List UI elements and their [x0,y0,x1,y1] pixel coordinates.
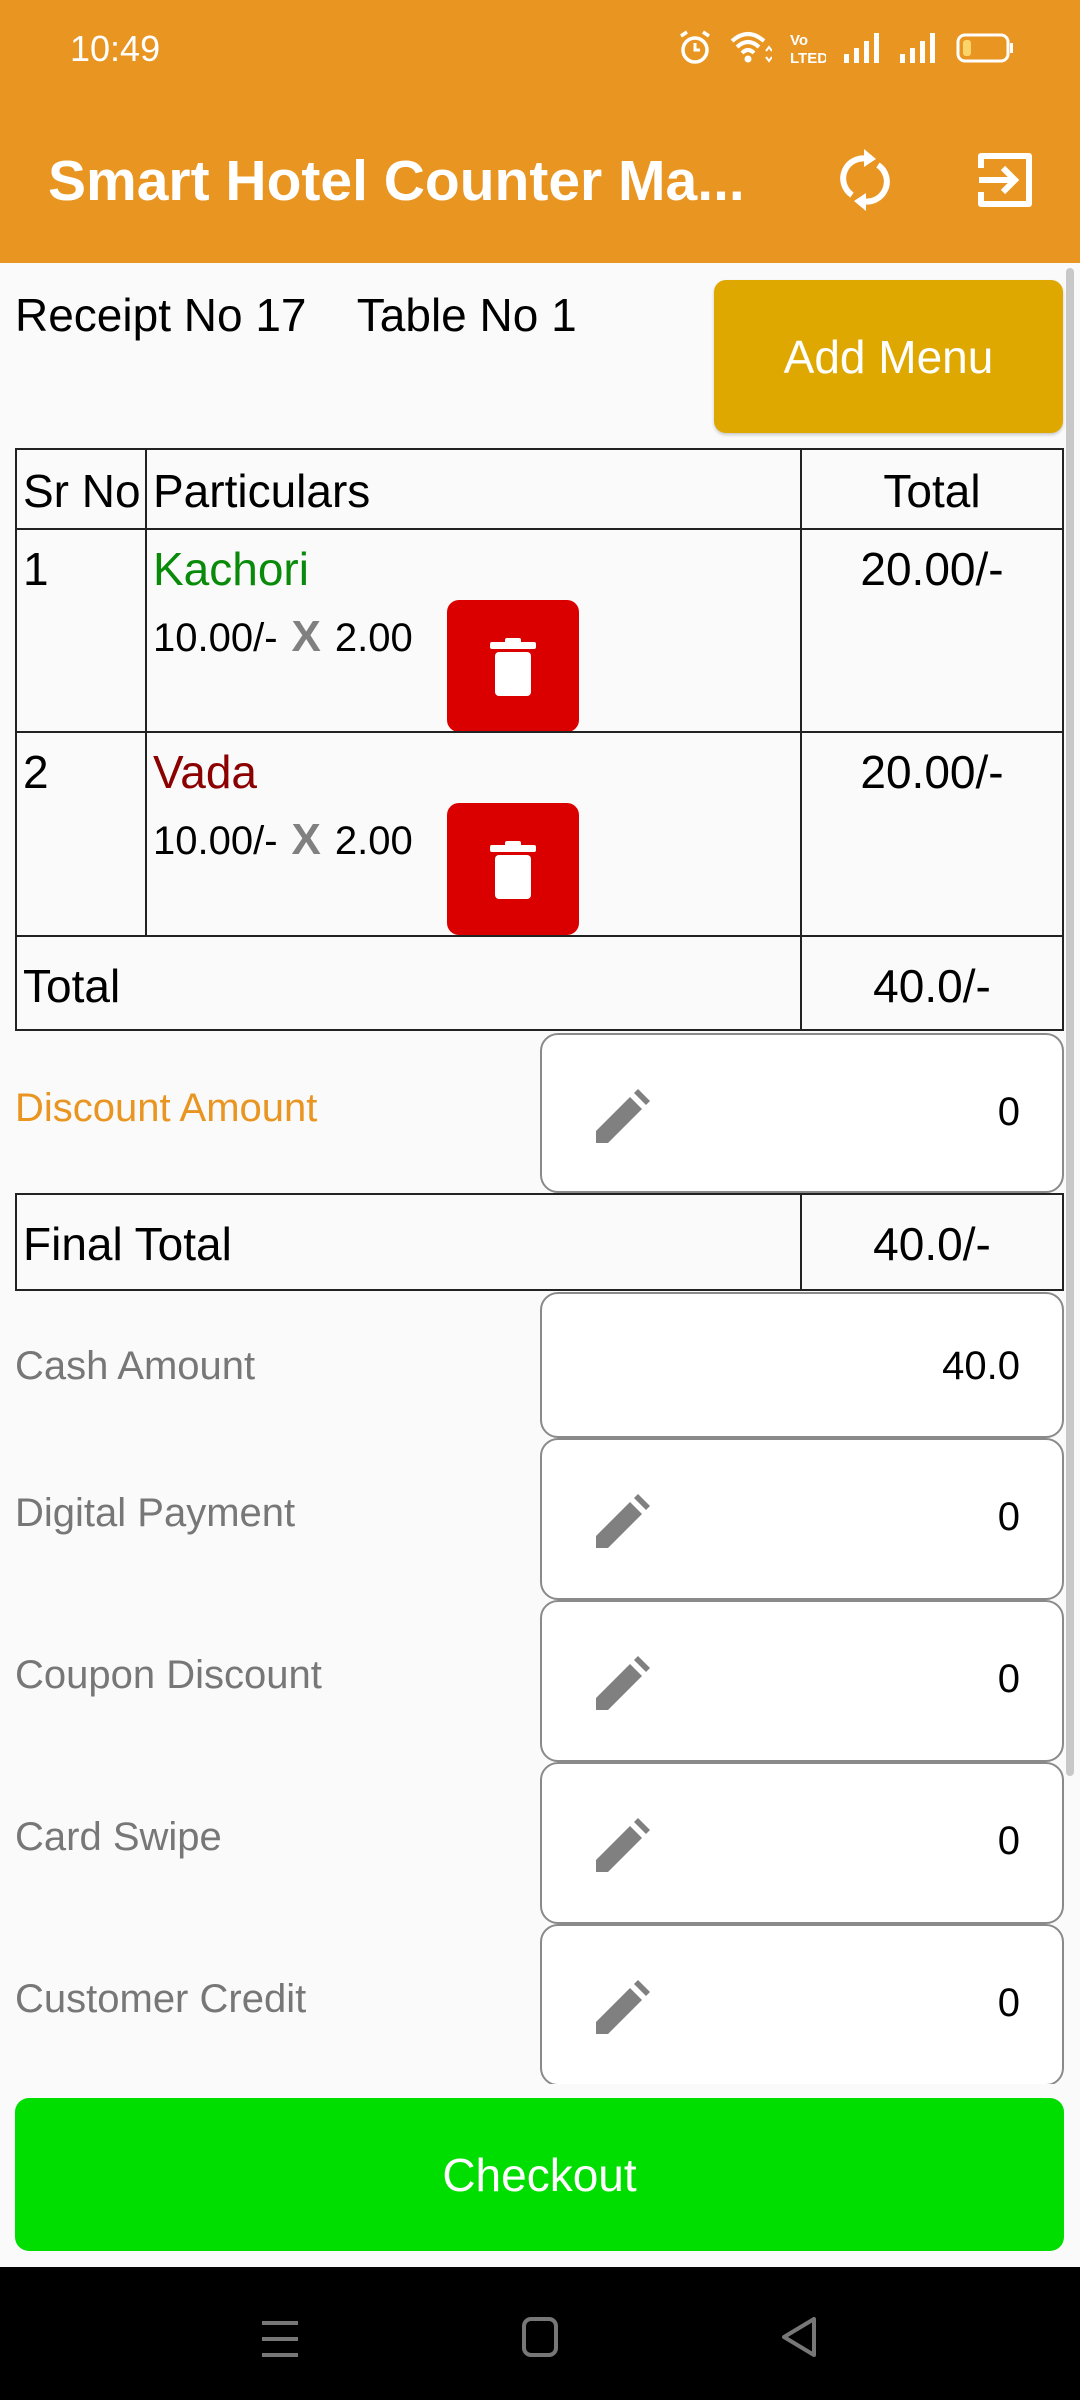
trash-icon [490,841,536,899]
table-row-total: 20.00/- [800,731,1064,937]
customer-credit-input[interactable]: 0 [540,1924,1064,2086]
customer-credit-label: Customer Credit [15,1977,307,2021]
content-clip [0,2084,1080,2098]
times-sign: X [291,612,321,661]
refresh-icon [840,149,890,211]
final-total-label-cell: Final Total [15,1193,802,1291]
item-price: 10.00/- [153,616,278,660]
svg-text:Vo: Vo [790,32,808,49]
back-button[interactable] [770,2307,830,2367]
delete-item-button[interactable] [447,600,579,732]
home-button[interactable] [510,2307,570,2367]
final-total-value: 40.0/- [873,1218,991,1270]
status-time: 10:49 [70,28,161,69]
table-row-sr: 1 [15,528,147,733]
digital-payment-value: 0 [997,1495,1020,1539]
pencil-icon [596,1656,650,1710]
total-label: Total [23,960,121,1012]
wifi-icon [730,32,772,63]
total-value-cell: 40.0/- [800,935,1064,1031]
final-total-value-cell: 40.0/- [800,1193,1064,1291]
digital-payment-input[interactable]: 0 [540,1438,1064,1600]
discount-input[interactable]: 0 [540,1033,1064,1193]
logout-icon [978,153,1032,207]
table-row-sr: 2 [15,731,147,937]
checkout-button[interactable]: Checkout [15,2098,1064,2251]
cash-amount-value: 40.0 [942,1344,1020,1388]
digital-payment-label: Digital Payment [15,1491,296,1535]
row-total: 20.00/- [860,746,1004,798]
final-total-label: Final Total [23,1218,232,1270]
refresh-button[interactable] [830,145,900,215]
svg-text:LTED: LTED [790,50,826,66]
header-sr-no: Sr No [23,465,141,517]
header-total: Total [883,465,981,517]
item-calc: 10.00/- X 2.00 [153,815,413,865]
app-title: Smart Hotel Counter Ma... [48,149,745,213]
cash-amount-input[interactable]: 40.0 [540,1292,1064,1438]
add-menu-button[interactable]: Add Menu [714,280,1063,433]
battery-icon [956,33,1013,63]
card-swipe-label: Card Swipe [15,1815,222,1859]
item-price: 10.00/- [153,819,278,863]
home-icon [522,2317,558,2357]
coupon-discount-input[interactable]: 0 [540,1600,1064,1762]
discount-label: Discount Amount [15,1086,318,1130]
signal-icon [900,33,935,63]
pencil-icon [596,1818,650,1872]
status-icons: Vo LTED [678,28,1014,68]
times-sign: X [291,815,321,864]
signal-icon [844,33,879,63]
row-total: 20.00/- [860,543,1004,595]
table-row-total: 20.00/- [800,528,1064,733]
card-swipe-value: 0 [997,1819,1020,1863]
item-calc: 10.00/- X 2.00 [153,612,413,662]
header-particulars-cell: Particulars [145,448,802,530]
trash-icon [490,638,536,696]
item-qty: 2.00 [334,819,413,863]
volte-icon: Vo LTED [790,32,826,66]
scrollbar[interactable] [1066,268,1074,1776]
header-total-cell: Total [800,448,1064,530]
pencil-icon [596,1980,650,2034]
discount-value: 0 [997,1090,1020,1134]
row-sr-no: 2 [23,746,49,798]
table-row-particulars: Kachori 10.00/- X 2.00 [145,528,802,733]
header-particulars: Particulars [153,465,371,517]
pencil-icon [596,1089,650,1143]
receipt-info: Receipt No 17 Table No 1 [15,289,577,341]
item-name: Kachori [153,543,309,595]
pencil-icon [596,1494,650,1548]
back-icon [782,2317,816,2357]
cash-amount-label: Cash Amount [15,1344,256,1388]
card-swipe-input[interactable]: 0 [540,1762,1064,1924]
delete-item-button[interactable] [447,803,579,935]
item-name: Vada [153,746,258,798]
total-value: 40.0/- [873,960,991,1012]
total-label-cell: Total [15,935,802,1031]
logout-button[interactable] [975,150,1045,210]
table-row-particulars: Vada 10.00/- X 2.00 [145,731,802,937]
coupon-discount-value: 0 [997,1657,1020,1701]
row-sr-no: 1 [23,543,49,595]
recent-apps-button[interactable] [250,2307,310,2367]
header-sr-no-cell: Sr No [15,448,147,530]
system-nav-bar [0,2267,1080,2400]
menu-icon [262,2321,298,2357]
customer-credit-value: 0 [997,1981,1020,2025]
item-qty: 2.00 [334,616,413,660]
alarm-icon [680,30,710,64]
coupon-discount-label: Coupon Discount [15,1653,322,1697]
